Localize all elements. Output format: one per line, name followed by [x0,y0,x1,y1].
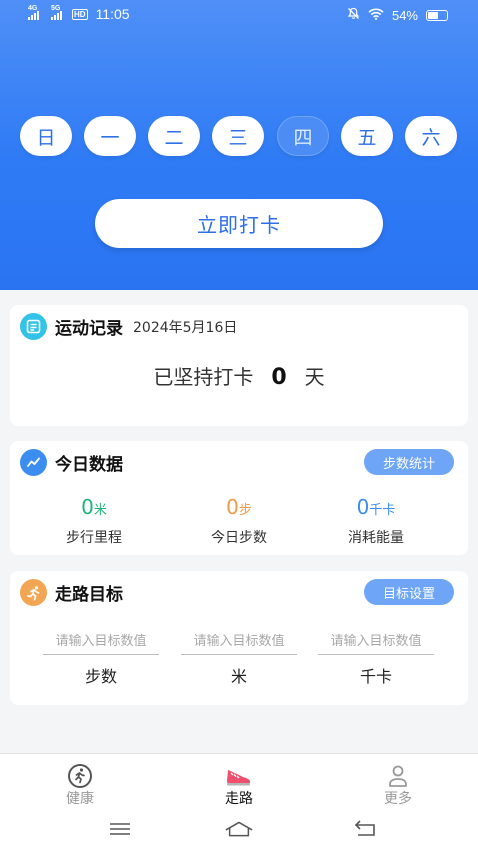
tab-walk[interactable]: 走路 [199,764,279,808]
wifi-icon [368,8,384,23]
battery-icon [426,9,448,21]
step-statistics-button[interactable]: 步数统计 [364,449,454,475]
stat-walk-distance: 0米 步行里程 [29,495,159,547]
goal-unit: 步数 [84,667,117,686]
weekday-thursday[interactable]: 四 [277,116,329,156]
stat-unit: 米 [93,503,107,518]
stat-energy: 0千卡 消耗能量 [311,495,441,547]
tab-health[interactable]: 健康 [40,764,120,808]
system-navigation-bar [0,810,478,850]
walk-goal-header: 走路目标 [20,579,123,606]
card-title: 走路目标 [55,585,123,605]
weekday-tuesday[interactable]: 二 [148,116,200,156]
today-data-header: 今日数据 [20,449,123,476]
trend-icon [20,449,47,476]
streak-value: 0 [271,365,287,390]
stat-number: 0 [81,495,94,519]
card-title: 今日数据 [55,455,123,475]
status-time: 11:05 [95,6,130,22]
signal-icon: 5G [51,5,62,20]
back-icon[interactable] [350,818,380,840]
weekday-wednesday[interactable]: 三 [212,116,264,156]
mute-icon [347,7,360,23]
card-title: 运动记录 [55,319,123,339]
stat-label: 今日步数 [211,530,267,546]
stat-unit: 千卡 [369,503,396,518]
stat-number: 0 [356,495,370,519]
walk-goal-card: 走路目标 目标设置 步数 米 千卡 [10,571,468,705]
weekday-selector: 日 一 二 三 四 五 六 [20,116,458,158]
goal-unit: 米 [230,667,247,686]
network-type-1: 4G [28,5,38,12]
status-right: 54% [347,7,448,23]
record-date: 2024年5月16日 [133,319,238,336]
stat-number: 0 [226,495,239,519]
battery-percentage: 54% [391,7,418,23]
tab-label: 健康 [66,791,94,807]
goal-distance-input[interactable] [181,629,297,655]
stat-value: 0千卡 [311,495,441,523]
signal-icon: 4G [28,5,39,20]
stat-value: 0步 [174,495,304,523]
runner-icon [20,579,47,606]
stat-label: 消耗能量 [348,530,404,546]
stat-today-steps: 0步 今日步数 [174,495,304,547]
streak-prefix: 已坚持打卡 [153,365,254,389]
network-type-2: 5G [51,5,61,12]
running-man-icon [40,764,120,788]
bottom-tab-bar: 健康 走路 更多 [0,753,478,810]
goal-calories-input[interactable] [318,629,434,655]
status-bar: 4G 5G HD 11:05 54% [0,0,478,30]
person-icon [358,764,438,788]
menu-icon[interactable] [105,818,135,840]
hd-icon: HD [72,8,88,20]
streak-summary: 已坚持打卡 0 天 [10,361,468,390]
tab-more[interactable]: 更多 [358,764,438,808]
goal-settings-button[interactable]: 目标设置 [364,579,454,605]
weekday-friday[interactable]: 五 [341,116,393,156]
goal-calories: 千卡 [318,629,434,687]
goal-steps: 步数 [43,629,159,687]
stat-value: 0米 [29,495,159,523]
tab-label: 更多 [384,791,412,807]
goal-steps-input[interactable] [43,629,159,655]
home-icon[interactable] [224,818,254,840]
record-icon [20,313,47,340]
streak-suffix: 天 [304,365,325,389]
goal-distance: 米 [181,629,297,687]
checkin-button[interactable]: 立即打卡 [95,199,383,248]
goal-unit: 千卡 [359,667,392,686]
stat-label: 步行里程 [66,530,122,546]
shoe-icon [199,764,279,788]
today-data-card: 今日数据 步数统计 0米 步行里程 0步 今日步数 0千卡 消耗能量 [10,441,468,555]
exercise-record-header: 运动记录 2024年5月16日 [20,313,237,340]
stat-unit: 步 [238,503,252,518]
weekday-sunday[interactable]: 日 [20,116,72,156]
exercise-record-card: 运动记录 2024年5月16日 已坚持打卡 0 天 [10,305,468,426]
status-left: 4G 5G HD 11:05 [28,5,130,22]
weekday-monday[interactable]: 一 [84,116,136,156]
tab-label: 走路 [225,791,253,807]
weekday-saturday[interactable]: 六 [405,116,457,156]
